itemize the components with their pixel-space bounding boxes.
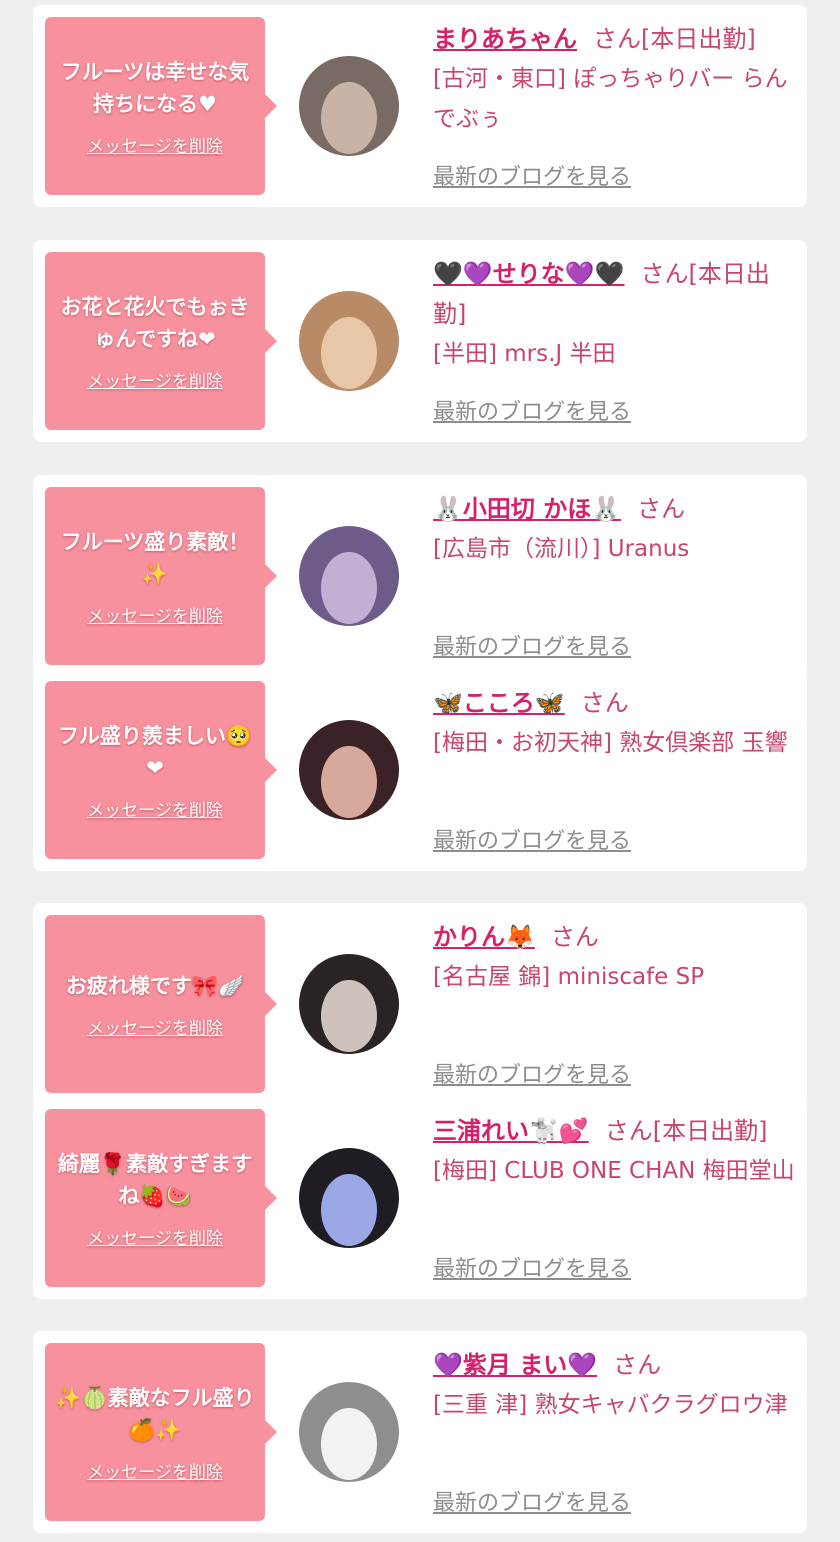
delete-message-link[interactable]: メッセージを削除 (87, 1458, 223, 1483)
sender-name-link[interactable]: まりあちゃん (433, 25, 577, 53)
sender-info: 🦋こころ🦋 さん [梅田・お初天神] 熟女倶楽部 玉響 (433, 683, 798, 763)
message-text: ✨🍈素敵なフル盛り🍊✨ (55, 1385, 255, 1442)
sender-name-link[interactable]: 🐰小田切 かほ🐰 (433, 495, 621, 523)
message-text: フルーツ盛り素敵！✨ (60, 529, 250, 586)
message-card: フル盛り羨ましい🥺❤ メッセージを削除 🦋こころ🦋 さん [梅田・お初天神] 熟女… (33, 669, 807, 871)
sender-suffix: さん (550, 923, 599, 951)
avatar[interactable] (299, 291, 399, 391)
delete-message-link[interactable]: メッセージを削除 (87, 1014, 223, 1039)
shop-name: [名古屋 錦] miniscafe SP (433, 964, 705, 990)
message-card: ✨🍈素敵なフル盛り🍊✨ メッセージを削除 💜紫月 まい💜 さん [三重 津] 熟女… (33, 1331, 807, 1533)
avatar-image (299, 1148, 399, 1248)
shop-name: [古河・東口] ぽっちゃりバー らんでぶぅ (433, 66, 788, 132)
avatar-image (299, 56, 399, 156)
latest-blog-link[interactable]: 最新のブログを見る (433, 394, 631, 426)
avatar-image (299, 526, 399, 626)
message-bubble: お花と花火でもぉきゅんですね❤ メッセージを削除 (45, 252, 277, 430)
shop-name: [梅田・お初天神] 熟女倶楽部 玉響 (433, 730, 788, 756)
latest-blog-link[interactable]: 最新のブログを見る (433, 823, 631, 855)
shop-name: [梅田] CLUB ONE CHAN 梅田堂山 (433, 1158, 795, 1184)
avatar-image (299, 720, 399, 820)
delete-message-link[interactable]: メッセージを削除 (87, 367, 223, 392)
shop-name: [半田] mrs.J 半田 (433, 341, 616, 367)
avatar[interactable] (299, 954, 399, 1054)
message-bubble: 綺麗🌹素敵すぎますね🍓🍉 メッセージを削除 (45, 1109, 277, 1287)
sender-suffix: さん (613, 1351, 662, 1379)
sender-suffix: さん[本日出勤] (593, 25, 756, 53)
avatar[interactable] (299, 720, 399, 820)
message-text: 綺麗🌹素敵すぎますね🍓🍉 (57, 1151, 253, 1208)
avatar[interactable] (299, 1382, 399, 1482)
message-text: フル盛り羨ましい🥺❤ (57, 723, 253, 780)
sender-name-link[interactable]: 三浦れい🐩💕 (433, 1117, 589, 1145)
message-card: 綺麗🌹素敵すぎますね🍓🍉 メッセージを削除 三浦れい🐩💕 さん[本日出勤] [梅田… (33, 1097, 807, 1299)
message-bubble: フルーツ盛り素敵！✨ メッセージを削除 (45, 487, 277, 665)
sender-info: かりん🦊 さん [名古屋 錦] miniscafe SP (433, 917, 798, 997)
delete-message-link[interactable]: メッセージを削除 (87, 796, 223, 821)
latest-blog-link[interactable]: 最新のブログを見る (433, 629, 631, 661)
sender-info: 🖤💜せりな💜🖤 さん[本日出勤] [半田] mrs.J 半田 (433, 254, 798, 374)
sender-suffix: さん (580, 689, 629, 717)
avatar-image (299, 954, 399, 1054)
message-card: フルーツ盛り素敵！✨ メッセージを削除 🐰小田切 かほ🐰 さん [広島市（流川）]… (33, 475, 807, 677)
message-card: フルーツは幸せな気持ちになる♥ メッセージを削除 まりあちゃん さん[本日出勤] … (33, 5, 807, 207)
latest-blog-link[interactable]: 最新のブログを見る (433, 1251, 631, 1283)
message-text: お疲れ様です🎀🪽 (65, 973, 245, 998)
sender-name-link[interactable]: かりん🦊 (433, 923, 535, 951)
message-card: お花と花火でもぉきゅんですね❤ メッセージを削除 🖤💜せりな💜🖤 さん[本日出勤]… (33, 240, 807, 442)
sender-name-link[interactable]: 💜紫月 まい💜 (433, 1351, 597, 1379)
sender-info: 三浦れい🐩💕 さん[本日出勤] [梅田] CLUB ONE CHAN 梅田堂山 (433, 1111, 798, 1191)
sender-info: 🐰小田切 かほ🐰 さん [広島市（流川）] Uranus (433, 489, 798, 569)
message-bubble: フルーツは幸せな気持ちになる♥ メッセージを削除 (45, 17, 277, 195)
latest-blog-link[interactable]: 最新のブログを見る (433, 159, 631, 191)
sender-name-link[interactable]: 🖤💜せりな💜🖤 (433, 260, 625, 288)
message-card: お疲れ様です🎀🪽 メッセージを削除 かりん🦊 さん [名古屋 錦] minisca… (33, 903, 807, 1105)
delete-message-link[interactable]: メッセージを削除 (87, 132, 223, 157)
message-bubble: フル盛り羨ましい🥺❤ メッセージを削除 (45, 681, 277, 859)
delete-message-link[interactable]: メッセージを削除 (87, 602, 223, 627)
latest-blog-link[interactable]: 最新のブログを見る (433, 1485, 631, 1517)
sender-suffix: さん[本日出勤] (604, 1117, 768, 1145)
delete-message-link[interactable]: メッセージを削除 (87, 1224, 223, 1249)
message-bubble: ✨🍈素敵なフル盛り🍊✨ メッセージを削除 (45, 1343, 277, 1521)
sender-info: 💜紫月 まい💜 さん [三重 津] 熟女キャバクラグロウ津 (433, 1345, 798, 1425)
avatar-image (299, 291, 399, 391)
avatar-image (299, 1382, 399, 1482)
sender-suffix: さん (637, 495, 686, 523)
sender-info: まりあちゃん さん[本日出勤] [古河・東口] ぽっちゃりバー らんでぶぅ (433, 19, 798, 139)
avatar[interactable] (299, 526, 399, 626)
avatar[interactable] (299, 56, 399, 156)
avatar[interactable] (299, 1148, 399, 1248)
message-bubble: お疲れ様です🎀🪽 メッセージを削除 (45, 915, 277, 1093)
latest-blog-link[interactable]: 最新のブログを見る (433, 1057, 631, 1089)
shop-name: [三重 津] 熟女キャバクラグロウ津 (433, 1392, 788, 1418)
message-text: フルーツは幸せな気持ちになる♥ (60, 59, 250, 116)
message-list: フルーツは幸せな気持ちになる♥ メッセージを削除 まりあちゃん さん[本日出勤] … (0, 0, 840, 1542)
message-text: お花と花火でもぉきゅんですね❤ (60, 294, 250, 351)
shop-name: [広島市（流川）] Uranus (433, 536, 690, 562)
sender-name-link[interactable]: 🦋こころ🦋 (433, 689, 565, 717)
